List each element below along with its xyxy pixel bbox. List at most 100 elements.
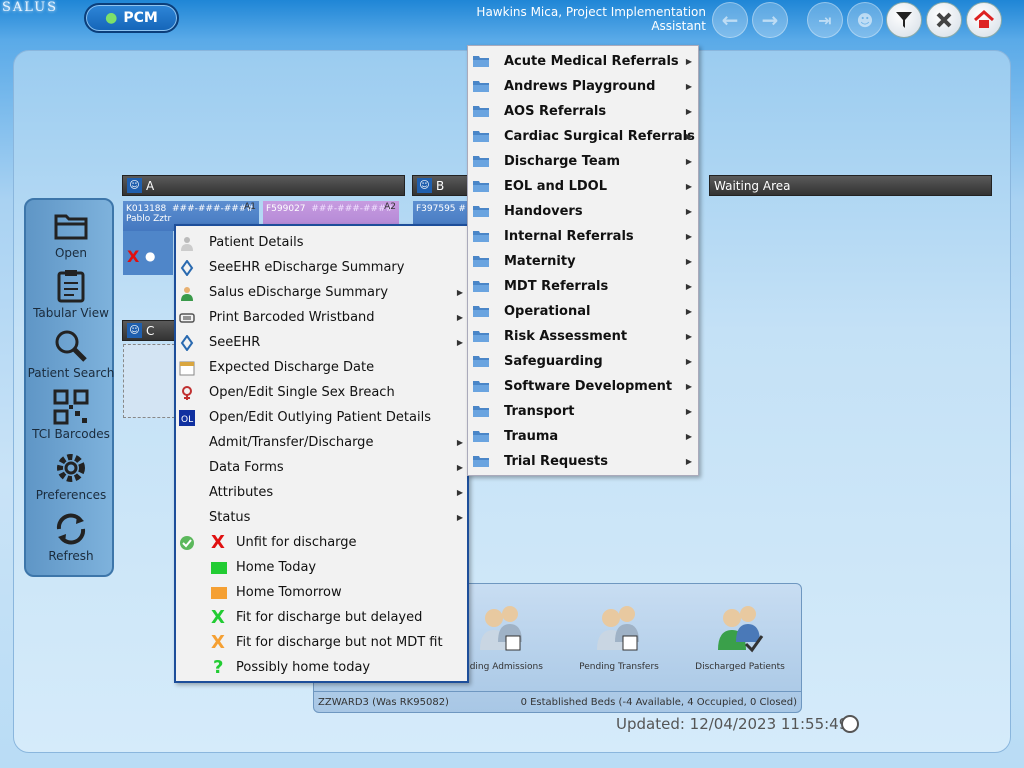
pending-admissions[interactable]: nding Admissions [464,602,554,672]
menu-item-data-forms[interactable]: Data Forms ▶ [176,455,467,480]
menu-item-outlying-patient[interactable]: OL Open/Edit Outlying Patient Details [176,405,467,430]
patient-context-menu: Patient Details SeeEHR eDischarge Summar… [174,224,469,683]
calendar-icon [179,361,195,375]
forms-menu-item[interactable]: Handovers ▶ [468,199,698,224]
person-icon [181,236,193,251]
forms-menu-item[interactable]: Andrews Playground ▶ [468,74,698,99]
status-fit-not-mdt[interactable]: X Fit for discharge but not MDT fit [176,630,467,655]
empty-bed-slot[interactable] [123,344,175,418]
filter-icon [896,12,912,28]
pending-transfers[interactable]: Pending Transfers [564,602,674,672]
section-b-header: ☺ B [412,175,472,196]
folder-icon [473,431,489,442]
forms-menu-label: Software Development [504,379,673,394]
menu-item-attributes[interactable]: Attributes ▶ [176,480,467,505]
clipboard-icon [57,270,85,303]
checkmark-icon [180,535,194,550]
patient-name: Pablo Zztr [126,214,172,224]
wristband-icon [179,312,195,323]
forms-menu-item[interactable]: Trial Requests ▶ [468,449,698,474]
forms-menu-item[interactable]: Transport ▶ [468,399,698,424]
submenu-arrow-icon: ▶ [685,207,692,216]
green-x-icon: X [211,607,225,628]
forms-menu-label: Maternity [504,254,576,269]
question-icon: ? [213,657,224,678]
forms-menu-label: Discharge Team [504,154,621,169]
menu-item-seeehr-edischarge[interactable]: SeeEHR eDischarge Summary [176,255,467,280]
submenu-arrow-icon: ▶ [685,57,692,66]
nav-patient-search[interactable]: Patient Search [26,328,116,380]
forms-menu-item[interactable]: Cardiac Surgical Referrals ▶ [468,124,698,149]
status-home-tomorrow[interactable]: Home Tomorrow [176,580,467,605]
people-transfer-icon [597,606,639,651]
menu-item-patient-details[interactable]: Patient Details [176,230,467,255]
bed-id: K013188 [126,204,167,214]
forms-menu-item[interactable]: AOS Referrals ▶ [468,99,698,124]
unfit-status-icon: X [127,247,140,266]
menu-item-salus-edischarge[interactable]: Salus eDischarge Summary ▶ [176,280,467,305]
status-possibly-home-today[interactable]: ? Possibly home today [176,655,467,680]
home-button[interactable] [966,2,1002,38]
nav-tci-label: TCI Barcodes [32,427,110,441]
status-indicator[interactable] [841,715,859,733]
menu-item-admit-transfer-discharge[interactable]: Admit/Transfer/Discharge ▶ [176,430,467,455]
forms-menu-label: MDT Referrals [504,279,609,294]
forms-menu-item[interactable]: Safeguarding ▶ [468,349,698,374]
submenu-arrow-icon: ▶ [685,407,692,416]
forms-menu-item[interactable]: Software Development ▶ [468,374,698,399]
discharged-patients[interactable]: Discharged Patients [685,602,795,672]
menu-item-seeehr[interactable]: SeeEHR ▶ [176,330,467,355]
forms-menu-item[interactable]: Internal Referrals ▶ [468,224,698,249]
nav-refresh[interactable]: Refresh [26,511,116,563]
bed-code: A2 [384,202,396,212]
menu-item-status[interactable]: Status ▶ [176,505,467,530]
folder-icon [473,56,489,67]
bed-nhs: # [458,204,466,214]
status-unfit-for-discharge[interactable]: X Unfit for discharge [176,530,467,555]
submenu-arrow-icon: ▶ [685,107,692,116]
arrow-left-icon: ← [721,8,739,32]
status-fit-but-delayed[interactable]: X Fit for discharge but delayed [176,605,467,630]
status-home-today[interactable]: Home Today [176,555,467,580]
nav-tabular-view[interactable]: Tabular View [26,268,116,320]
menu-item-print-wristband[interactable]: Print Barcoded Wristband ▶ [176,305,467,330]
submenu-arrow-icon: ▶ [685,307,692,316]
submenu-arrow-icon: ▶ [456,513,463,522]
logout-button[interactable]: ⇥ [807,2,843,38]
people-in-icon [480,606,522,651]
folder-icon [473,306,489,317]
menu-item-expected-discharge-date[interactable]: Expected Discharge Date [176,355,467,380]
nav-tci-barcodes[interactable]: TCI Barcodes [26,389,116,441]
submenu-arrow-icon: ▶ [685,457,692,466]
beds-summary: 0 Established Beds (-4 Available, 4 Occu… [520,697,797,708]
section-b-label: B [436,178,445,193]
forms-menu-item[interactable]: Maternity ▶ [468,249,698,274]
close-button[interactable] [926,2,962,38]
bed-nhs: ###-###-#### [172,204,254,214]
forms-menu-item[interactable]: Risk Assessment ▶ [468,324,698,349]
users-button[interactable]: ☻ [847,2,883,38]
bed-nhs: ###-###-#### [311,204,394,214]
forms-menu-item[interactable]: Discharge Team ▶ [468,149,698,174]
forms-menu-item[interactable]: Operational ▶ [468,299,698,324]
pcm-label: PCM [123,10,158,26]
forms-menu-label: Handovers [504,204,583,219]
forms-menu-item[interactable]: MDT Referrals ▶ [468,274,698,299]
back-button[interactable]: ← [712,2,748,38]
forms-menu-item[interactable]: Trauma ▶ [468,424,698,449]
seeehr-icon [180,259,194,276]
nav-preferences[interactable]: Preferences [26,450,116,502]
folder-icon [473,131,489,142]
submenu-arrow-icon: ▶ [685,282,692,291]
forms-menu-item[interactable]: Acute Medical Referrals ▶ [468,49,698,74]
nav-open[interactable]: Open [26,208,116,260]
forward-button[interactable]: → [752,2,788,38]
filter-button[interactable] [886,2,922,38]
folder-icon [54,214,88,240]
person-icon: ☺ [127,323,142,338]
folder-icon [473,106,489,117]
forms-menu-item[interactable]: EOL and LDOL ▶ [468,174,698,199]
pcm-button[interactable]: ● PCM [84,3,179,33]
people-icon: ● [105,10,118,26]
menu-item-single-sex-breach[interactable]: Open/Edit Single Sex Breach [176,380,467,405]
